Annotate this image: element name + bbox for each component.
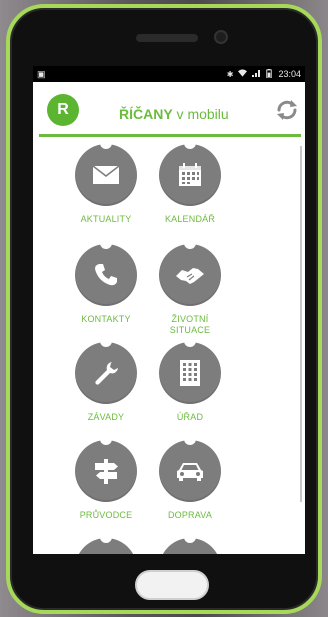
camera-icon — [214, 30, 228, 44]
tile-label: KALENDÁŘ — [164, 214, 216, 224]
tile-circle — [75, 341, 137, 404]
tile-circle — [75, 243, 137, 306]
tile-circle — [75, 439, 137, 502]
tile-circle — [159, 439, 221, 502]
tile-label: DOPRAVA — [167, 510, 213, 520]
tile-urad[interactable]: ÚŘAD — [145, 341, 235, 423]
logo-letter: R — [57, 101, 69, 118]
tile-circle — [159, 537, 221, 554]
phone-screen: ▣ ✱ 23:04 R ŘÍČANY v mobilu AKTUALITY KA… — [33, 66, 305, 554]
tile-label-line1: ŽIVOTNÍ — [171, 314, 209, 324]
tile-partial[interactable] — [61, 537, 151, 554]
tile-label-line2: SITUACE — [169, 325, 211, 335]
tile-aktuality[interactable]: AKTUALITY — [61, 143, 151, 225]
tile-circle — [75, 537, 137, 554]
phone-frame: ▣ ✱ 23:04 R ŘÍČANY v mobilu AKTUALITY KA… — [6, 4, 322, 614]
bluetooth-icon: ✱ — [226, 69, 234, 79]
tile-pruvodce[interactable]: PRŮVODCE — [61, 439, 151, 521]
envelope-icon — [92, 165, 120, 184]
tile-zavady[interactable]: ZÁVADY — [61, 341, 151, 423]
wifi-icon — [238, 69, 248, 79]
battery-icon — [266, 68, 273, 80]
calendar-icon — [179, 163, 201, 186]
handshake-icon — [176, 268, 204, 284]
tile-partial[interactable] — [145, 537, 235, 554]
tile-label: ŽIVOTNÍ SITUACE — [145, 314, 235, 336]
header-divider — [39, 134, 301, 137]
app-title: ŘÍČANY v mobilu — [119, 106, 229, 122]
tile-circle — [75, 143, 137, 206]
building-icon — [180, 360, 200, 386]
menu-grid: AKTUALITY KALENDÁŘ KONTAKTY ŽIVOTNÍ SITU… — [33, 143, 305, 554]
app-header: R ŘÍČANY v mobilu — [33, 82, 305, 136]
wrench-icon — [95, 362, 118, 385]
tile-label: ÚŘAD — [176, 412, 204, 422]
scrollbar[interactable] — [300, 146, 302, 502]
phone-icon — [95, 264, 117, 286]
tile-circle — [159, 243, 221, 306]
tile-circle — [159, 341, 221, 404]
tile-doprava[interactable]: DOPRAVA — [145, 439, 235, 521]
tile-label: ZÁVADY — [87, 412, 125, 422]
signpost-icon — [95, 459, 118, 484]
refresh-icon — [277, 100, 297, 120]
app-logo[interactable]: R — [47, 94, 79, 126]
tile-label: PRŮVODCE — [79, 510, 133, 520]
tile-zivotni-situace[interactable]: ŽIVOTNÍ SITUACE — [145, 243, 235, 336]
tile-label: AKTUALITY — [80, 214, 132, 224]
status-bar: ▣ ✱ 23:04 — [33, 66, 305, 82]
tile-circle — [159, 143, 221, 206]
app-title-rest: v mobilu — [172, 106, 229, 122]
home-button[interactable] — [135, 570, 209, 600]
tile-label: KONTAKTY — [81, 314, 131, 324]
app-title-bold: ŘÍČANY — [119, 106, 173, 122]
signal-icon — [252, 69, 261, 79]
image-notification-icon: ▣ — [37, 68, 46, 79]
status-time: 23:04 — [278, 69, 301, 79]
car-icon — [177, 463, 203, 481]
refresh-button[interactable] — [273, 96, 301, 124]
speaker-grille — [136, 34, 198, 42]
tile-kalendar[interactable]: KALENDÁŘ — [145, 143, 235, 225]
tile-kontakty[interactable]: KONTAKTY — [61, 243, 151, 325]
